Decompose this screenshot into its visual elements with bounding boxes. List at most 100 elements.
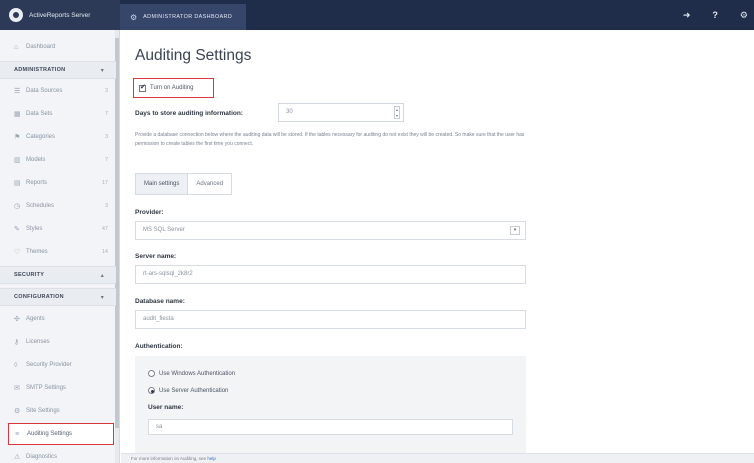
spin-down-icon[interactable]: ▾ — [395, 113, 399, 119]
authentication-label: Authentication: — [135, 343, 183, 350]
description-text: Provide a database connection below wher… — [135, 132, 525, 147]
section-configuration[interactable]: CONFIGURATION ▾ — [0, 288, 116, 306]
section-label: CONFIGURATION — [14, 294, 64, 300]
item-count: 7 — [104, 111, 108, 117]
sidebar-item-data-sources[interactable]: ☰ Data Sources 3 — [0, 80, 116, 102]
help-link[interactable]: help — [207, 456, 216, 461]
sidebar-item-label: Reports — [26, 180, 48, 186]
chevron-up-icon: ▴ — [100, 272, 104, 279]
sidebar-item-site-settings[interactable]: ⚙ Site Settings — [0, 400, 116, 422]
sidebar-item-smtp-settings[interactable]: ✉ SMTP Settings — [0, 377, 116, 399]
sidebar-item-label: Agents — [26, 316, 45, 322]
item-count: 47 — [101, 226, 108, 232]
user-name-field[interactable]: sa — [148, 419, 513, 435]
section-label: SECURITY — [14, 272, 45, 278]
sidebar-item-label: SMTP Settings — [26, 385, 66, 391]
model-icon: ▥ — [14, 157, 21, 164]
mail-icon: ✉ — [14, 385, 20, 392]
sidebar-item-dashboard[interactable]: ⌂ Dashboard — [0, 36, 116, 58]
app-logo-icon — [9, 8, 23, 22]
database-name-field[interactable]: audit_fiesta — [135, 310, 526, 329]
sidebar-item-label: Categories — [26, 134, 56, 140]
section-administration[interactable]: ADMINISTRATION ▾ — [0, 61, 116, 79]
home-icon: ⌂ — [14, 43, 19, 51]
help-icon[interactable]: ? — [712, 10, 718, 20]
radio-checked-icon[interactable] — [148, 387, 155, 394]
database-name-label: Database name: — [135, 298, 185, 305]
footer-text: For more information on Auditing, see — [131, 456, 207, 461]
provider-label: Provider: — [135, 209, 164, 216]
page-title: Auditing Settings — [135, 47, 252, 64]
sign-out-icon[interactable]: ➜ — [683, 10, 691, 21]
shield-icon: ◊ — [14, 361, 18, 369]
turn-on-auditing-label: Turn on Auditing — [150, 85, 194, 91]
sidebar-item-label: Security Provider — [26, 362, 72, 368]
server-name-field[interactable]: rt-ars-sqlsql_2k8r2 — [135, 265, 526, 284]
user-name-label: User name: — [148, 404, 184, 411]
sidebar-item-agents[interactable]: ✣ Agents — [0, 308, 116, 330]
sidebar-item-label: Models — [26, 157, 46, 163]
sidebar-item-styles[interactable]: ✎ Styles 47 — [0, 218, 116, 240]
main-content: Auditing Settings Turn on Auditing Days … — [121, 30, 754, 463]
item-count: 17 — [101, 180, 108, 186]
audit-icon: ≡ — [15, 430, 20, 438]
tag-icon: ⚑ — [14, 134, 21, 141]
footer: For more information on Auditing, see he… — [121, 453, 754, 463]
sidebar-item-categories[interactable]: ⚑ Categories 3 — [0, 126, 116, 148]
sidebar-item-label: Site Settings — [26, 408, 60, 414]
sidebar-item-themes[interactable]: ♡ Themes 14 — [0, 241, 116, 263]
tab-main-settings[interactable]: Main settings — [135, 173, 189, 195]
chevron-down-icon: ▾ — [100, 294, 104, 301]
server-auth-option[interactable]: Use Server Authentication — [148, 387, 228, 394]
sidebar-item-auditing-settings[interactable]: ≡ Auditing Settings — [8, 423, 114, 445]
top-icons: ➜ ? ⚙ — [683, 0, 748, 30]
sidebar-item-reports[interactable]: ▤ Reports 17 — [0, 172, 116, 194]
sidebar-item-schedules[interactable]: ◷ Schedules 3 — [0, 195, 116, 217]
days-stepper[interactable]: ▴ ▾ — [394, 106, 400, 119]
item-count: 7 — [104, 157, 108, 163]
radio-unchecked-icon[interactable] — [148, 370, 155, 377]
gear-icon: ⚙ — [14, 408, 21, 415]
days-input[interactable]: 30 ▴ ▾ — [278, 103, 404, 122]
dashboard-icon: ⚙ — [130, 12, 138, 22]
admin-tab-label: ADMINISTRATOR DASHBOARD — [143, 14, 233, 20]
sidebar-item-label: Auditing Settings — [27, 431, 73, 437]
sidebar-item-licenses[interactable]: ⚷ Licenses — [0, 331, 116, 353]
report-icon: ▤ — [14, 180, 21, 187]
checkbox-checked-icon[interactable] — [139, 83, 146, 92]
windows-auth-option[interactable]: Use Windows Authentication — [148, 370, 235, 377]
days-value: 30 — [286, 109, 293, 115]
sidebar-item-models[interactable]: ▥ Models 7 — [0, 149, 116, 171]
brush-icon: ✎ — [14, 226, 20, 233]
sidebar-item-label: Data Sets — [26, 111, 53, 117]
section-security[interactable]: SECURITY ▴ — [0, 266, 116, 284]
tab-advanced[interactable]: Advanced — [188, 173, 233, 195]
sidebar-item-security-provider[interactable]: ◊ Security Provider — [0, 354, 116, 376]
server-name-label: Server name: — [135, 253, 177, 260]
brand[interactable]: ActiveReports Server — [0, 0, 120, 30]
admin-dashboard-tab[interactable]: ⚙ ADMINISTRATOR DASHBOARD — [120, 4, 246, 30]
warning-icon: ⚠ — [14, 454, 21, 461]
chevron-down-icon: ▾ — [100, 67, 104, 74]
sidebar-item-label: Data Sources — [26, 88, 63, 94]
table-icon: ▦ — [14, 111, 21, 118]
section-label: ADMINISTRATION — [14, 67, 66, 73]
agent-icon: ✣ — [14, 316, 20, 323]
sidebar-item-label: Styles — [26, 226, 43, 232]
sidebar-item-diagnostics[interactable]: ⚠ Diagnostics — [0, 446, 116, 463]
sidebar-item-data-sets[interactable]: ▦ Data Sets 7 — [0, 103, 116, 125]
sidebar-item-label: Licenses — [26, 339, 50, 345]
item-count: 3 — [104, 134, 108, 140]
authentication-panel: Use Windows Authentication Use Server Au… — [135, 356, 526, 463]
turn-on-auditing-checkbox[interactable]: Turn on Auditing — [133, 78, 214, 98]
settings-icon[interactable]: ⚙ — [740, 10, 748, 21]
brand-name: ActiveReports Server — [29, 11, 91, 19]
settings-tabs: Main settings Advanced — [135, 173, 233, 195]
item-count: 3 — [104, 203, 108, 209]
item-count: 14 — [101, 249, 108, 255]
provider-select[interactable]: MS SQL Server ▾ — [135, 221, 526, 240]
chevron-down-icon[interactable]: ▾ — [510, 226, 520, 235]
sidebar-item-label: Diagnostics — [26, 454, 58, 460]
theme-icon: ♡ — [14, 249, 21, 256]
windows-auth-label: Use Windows Authentication — [159, 370, 236, 377]
